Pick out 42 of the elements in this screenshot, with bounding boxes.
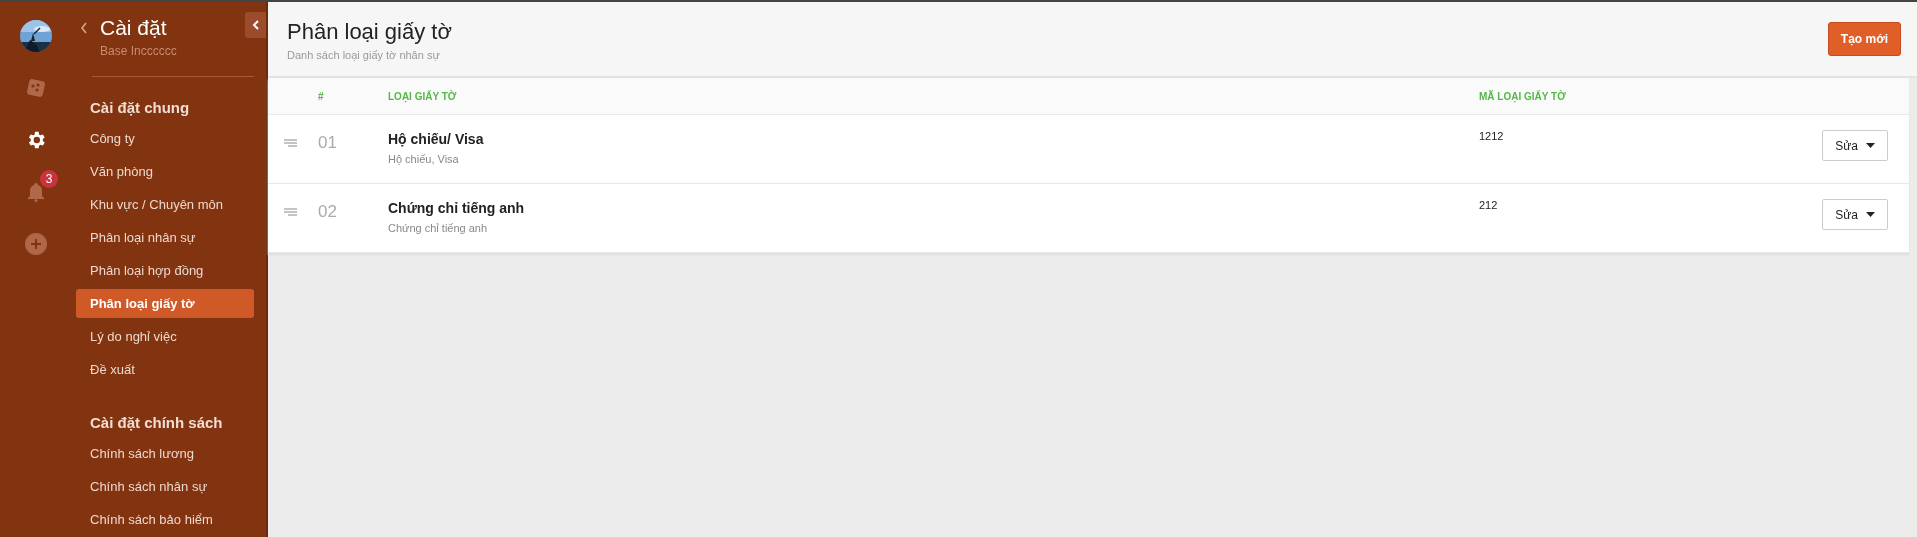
document-type-description: Hộ chiếu, Visa: [388, 153, 460, 165]
document-type-description: Chứng chỉ tiếng anh: [388, 222, 489, 234]
document-type-name: Chứng chỉ tiếng anh: [388, 200, 526, 216]
edit-dropdown-button[interactable]: Sửa: [1822, 130, 1888, 161]
create-button[interactable]: Tạo mới: [1827, 22, 1901, 56]
document-type-name: Hộ chiếu/ Visa: [388, 131, 485, 147]
sidebar-item[interactable]: Đề xuất: [76, 355, 254, 384]
sidebar-title: Cài đặt: [100, 16, 168, 40]
document-type-code: 212: [1479, 199, 1498, 211]
sidebar-item[interactable]: Phân loại hợp đồng: [76, 256, 254, 285]
collapse-button[interactable]: [245, 12, 266, 38]
page-title: Phân loại giấy tờ: [287, 19, 452, 45]
sidebar-item[interactable]: Chính sách lương: [76, 439, 254, 468]
row-index: 01: [318, 133, 338, 153]
column-header: LOẠI GIẤY TỜ: [388, 90, 458, 102]
sidebar-item[interactable]: Khu vực / Chuyên môn: [76, 190, 254, 219]
sidebar-item[interactable]: Lý do nghỉ việc: [76, 322, 254, 351]
drag-handle-icon[interactable]: [284, 208, 297, 216]
page-subtitle: Danh sách loại giấy tờ nhân sự: [287, 49, 441, 61]
section-title: Cài đặt chung: [89, 99, 191, 116]
column-header: #: [318, 90, 325, 102]
sidebar-item[interactable]: Chính sách bảo hiểm: [76, 505, 254, 534]
notification-badge: 3: [40, 170, 58, 188]
sidebar-item[interactable]: Công ty: [76, 124, 254, 153]
add-icon: [25, 233, 47, 255]
caret-icon: [1865, 143, 1875, 148]
chevron-left-icon: [80, 22, 88, 34]
sidebar-item[interactable]: Phân loại nhân sự: [76, 223, 254, 252]
sidebar-item[interactable]: Chính sách nhân sự: [76, 472, 254, 501]
sidebar-subtitle: Base Incccccc: [100, 44, 177, 58]
edit-dropdown-button[interactable]: Sửa: [1822, 199, 1888, 230]
sidebar-item[interactable]: Phân loại giấy tờ: [76, 289, 254, 318]
caret-icon: [1865, 212, 1875, 217]
row-index: 02: [318, 202, 338, 222]
section-title: Cài đặt chính sách: [89, 414, 224, 431]
dice-icon: [26, 78, 46, 98]
column-header: MÃ LOẠI GIẤY TỜ: [1479, 90, 1567, 102]
document-type-code: 1212: [1479, 130, 1504, 142]
bell-icon: [27, 182, 45, 202]
chevron-left-icon: [251, 20, 260, 30]
drag-handle-icon[interactable]: [284, 139, 297, 147]
sidebar-item[interactable]: Văn phòng: [76, 157, 254, 186]
